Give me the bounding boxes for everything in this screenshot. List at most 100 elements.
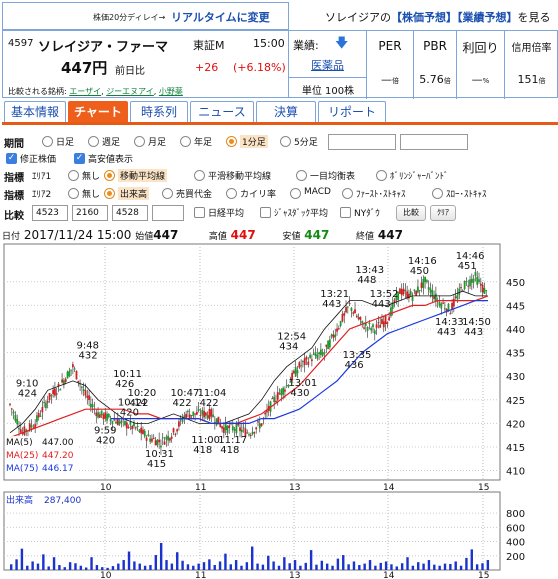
candle-body [131,425,134,430]
compare-code-2[interactable]: 2160 [72,205,108,221]
tab-earnings[interactable]: 決算 [256,101,316,122]
ind2-radio-divergence[interactable] [226,188,237,199]
tab-timeseries[interactable]: 時系列 [130,101,188,122]
candle-body [438,301,441,306]
compare-row: 比較 4523 2160 4528 日経平均 ｼﾞｬｽﾀﾞｯｸ平均 NYﾀﾞｳ … [4,205,554,223]
volume-bar [363,563,366,570]
price-y-tick: 430 [506,372,525,383]
compare-button[interactable]: 比較 [396,205,426,221]
candle-body [325,344,328,347]
volume-bar [181,560,184,570]
ind1-radio-ichimoku[interactable] [296,170,307,181]
compared-link-eisai[interactable]: エーザイ [69,87,101,96]
candle-body [55,393,58,395]
compared-label: 比較される銘柄: [8,87,67,96]
volume-bar [293,560,297,570]
candle-body [210,409,213,417]
nydow-label: NYﾀﾞｳ [354,209,380,219]
volume-bar [390,564,393,570]
prev-day-label: 前日比 [115,66,145,77]
candle-body [258,423,261,429]
period-radio-5min[interactable] [280,136,291,147]
tab-basic-info[interactable]: 基本情報 [4,101,66,122]
candle-body [481,284,484,293]
nydow-checkbox[interactable] [340,207,351,218]
ma-legend-value: 446.17 [42,464,74,474]
volume-bar [475,564,479,570]
ind1-radio-ma[interactable] [104,170,115,181]
ind2-radio-macd[interactable] [290,188,301,199]
period-end-field[interactable] [400,134,468,150]
ind1-radio-none[interactable] [68,170,79,181]
price-forecast-link[interactable]: 【株価予想】 [391,11,457,24]
compared-link-ono[interactable]: 小野薬 [159,87,183,96]
period-radio-monthly[interactable] [134,136,145,147]
volume-bar [111,566,115,570]
volume-bar [58,565,61,570]
volume-y-tick: 200 [506,552,525,563]
ind2-radio-fast-stoch[interactable] [342,188,353,199]
candle-body [203,410,205,418]
price-time: 15:00 [253,37,285,50]
compare-code-4[interactable] [152,205,184,221]
candle-body [194,413,196,415]
tab-news[interactable]: ニュース [190,101,254,122]
candle-body [293,370,295,374]
candle-body [169,438,171,441]
ind2-radio-none[interactable] [68,188,79,199]
volume-bar [186,564,190,570]
period-radio-weekly[interactable] [88,136,99,147]
candle-body [201,410,204,415]
clear-button[interactable]: ｸﾘｱ [430,205,456,221]
ind2-radio-volume[interactable] [104,188,115,199]
jasdaq-checkbox[interactable] [260,207,271,218]
period-radio-daily[interactable] [42,136,53,147]
tab-report[interactable]: リポート [318,101,386,122]
period-radio-yearly[interactable] [180,136,191,147]
ma-legend-name: MA(75) [6,464,38,474]
candle-body [427,287,430,290]
candle-body [127,426,130,428]
indicator1-label: 指標 [4,173,24,184]
candle-body [86,395,89,398]
volume-x-tick: 14 [383,571,395,579]
ind1-radio-sma[interactable] [194,170,205,181]
ind2-radio-turnover[interactable] [162,188,173,199]
candle-body [406,291,409,299]
compared-link-gni[interactable]: ジーエヌアイ [106,87,154,96]
period-radio-1min[interactable] [226,136,237,147]
indicator2-area: ｴﾘｱ2 [32,190,52,200]
compare-code-3[interactable]: 4528 [112,205,148,221]
candle-body [463,281,466,289]
candle-body [422,278,425,288]
candle-body [332,334,335,338]
candle-body [346,306,349,308]
ind2-radio-slow-stoch[interactable] [432,188,443,199]
nikkei-checkbox[interactable] [194,207,205,218]
candle-body [134,427,137,429]
candle-body [151,438,153,442]
ind1-radio-bollinger[interactable] [376,170,387,181]
high-low-checkbox[interactable]: ✓ [74,153,85,164]
volume-bar [358,565,361,570]
earnings-forecast-link[interactable]: 【業績予想】 [457,11,518,24]
ind2-fast-stoch-label: ﾌｧｰｽﾄ･ｽﾄｷｬｽ [356,190,406,200]
price-chart[interactable]: 41041542042543043544044545010 11 13 14 159:1… [0,240,558,579]
candle-body [337,328,340,330]
compare-code-1[interactable]: 4523 [32,205,68,221]
candle-body [154,440,157,446]
tab-chart[interactable]: チャート [68,101,128,122]
candle-body [165,436,168,440]
candle-body [357,317,360,320]
industry-link[interactable]: 医薬品 [311,57,344,73]
volume-bar [288,563,291,570]
realtime-link[interactable]: リアルタイムに変更 [171,9,270,25]
candle-body [64,379,67,383]
candle-body [125,422,128,429]
price-y-tick: 410 [506,467,525,478]
arrow-down-icon[interactable]: 🡇 [335,34,348,56]
adjusted-price-checkbox[interactable]: ✓ [6,153,17,164]
candle-body [231,426,234,431]
ma-legend-value: 447.00 [42,438,74,448]
period-start-field[interactable] [328,134,396,150]
